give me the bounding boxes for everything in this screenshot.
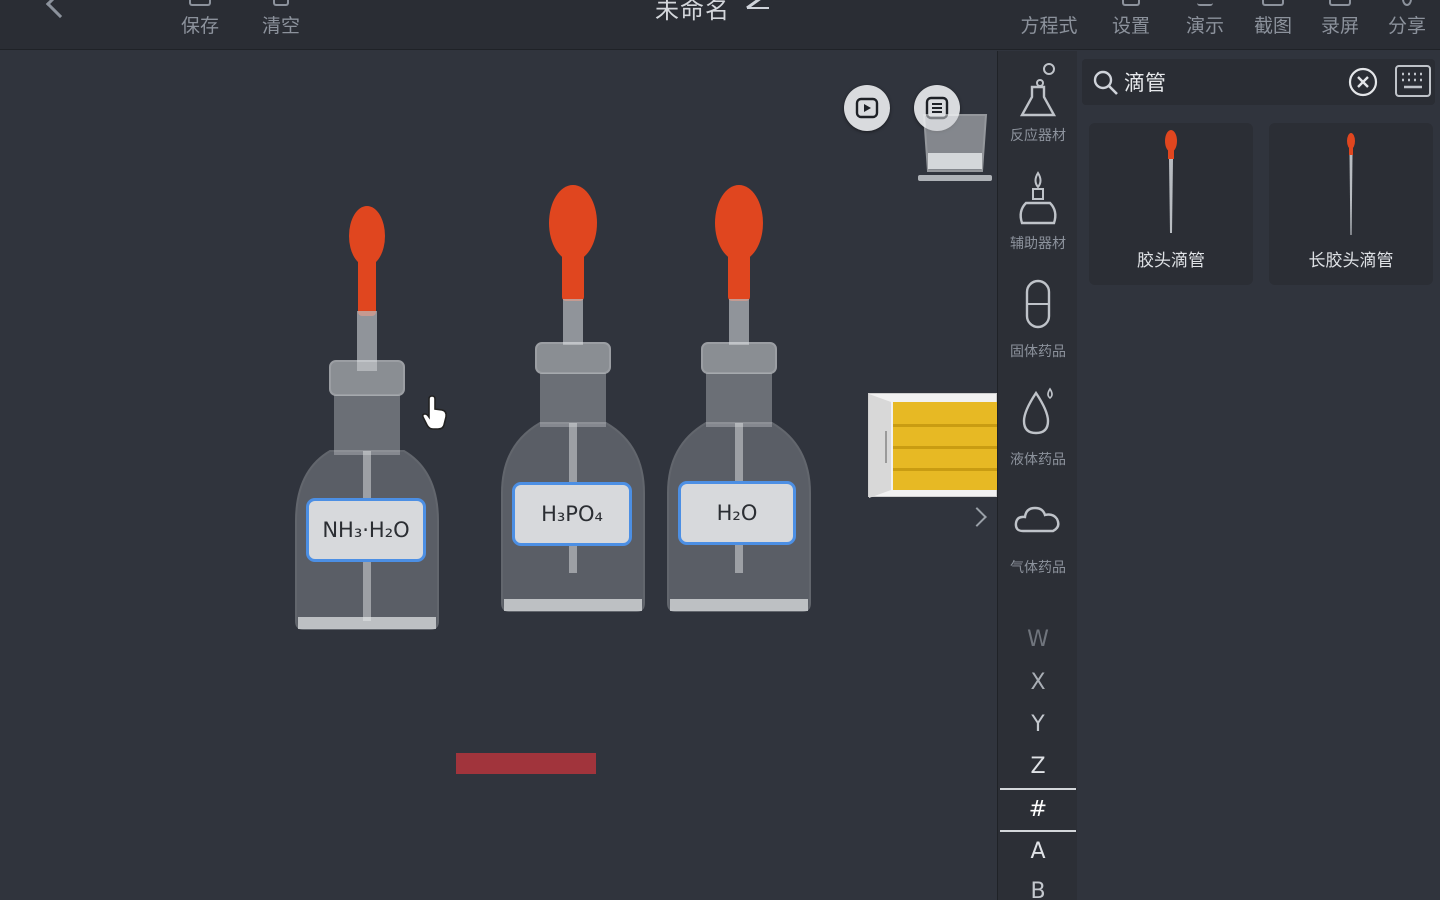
flask-icon [1019, 63, 1057, 117]
alpha-index-y[interactable]: Y [998, 712, 1078, 737]
play-icon [855, 97, 879, 119]
bottle-label-nh3h2o: NH₃·H₂O [306, 498, 426, 562]
category-gas-reagents[interactable]: 气体药品 [998, 493, 1078, 577]
beaker-equipment[interactable] [916, 111, 994, 183]
category-label: 液体药品 [1010, 452, 1066, 468]
save-icon [189, 0, 211, 6]
share-button[interactable]: 分享 [1385, 0, 1429, 50]
category-label: 固体药品 [1010, 344, 1066, 360]
bottle-label-h2o: H₂O [678, 481, 796, 545]
experiment-canvas[interactable]: NH₃·H₂O H₃PO₄ H₂O [0, 51, 998, 900]
alpha-index-x[interactable]: X [998, 670, 1078, 695]
clear-label: 清空 [261, 15, 300, 37]
alpha-index-a[interactable]: A [998, 839, 1078, 864]
dropper-bottle-3[interactable] [662, 183, 812, 617]
alpha-index-b[interactable]: B [998, 879, 1078, 900]
clear-button[interactable]: 清空 [259, 0, 303, 50]
category-sidebar: 反应器材 辅助器材 固体药品 液体药品 气体药品 W X Y Z # A B [997, 51, 1077, 900]
document-title: 未命名 [655, 0, 730, 24]
settings-label: 设置 [1111, 15, 1150, 37]
bottle-label-h3po4: H₃PO₄ [512, 482, 632, 546]
category-liquid-reagents[interactable]: 液体药品 [998, 385, 1078, 469]
hand-cursor-icon [421, 395, 447, 430]
trash-icon [273, 0, 289, 6]
record-button[interactable]: 录屏 [1318, 0, 1362, 50]
presentation-icon [1197, 0, 1213, 6]
category-label: 气体药品 [1010, 560, 1066, 576]
play-button[interactable] [844, 85, 890, 131]
dropper-bottle-2[interactable] [498, 183, 648, 617]
alcohol-lamp-icon [1019, 171, 1057, 225]
category-label: 辅助器材 [1010, 236, 1066, 252]
alpha-divider [1000, 788, 1076, 790]
demo-label: 演示 [1185, 15, 1224, 37]
matchbox-drawing [869, 394, 998, 498]
share-icon [1402, 0, 1412, 6]
equation-button[interactable]: 方程式 [1016, 0, 1082, 50]
rubber-dropper-image [1165, 130, 1177, 233]
droplet-icon [1022, 387, 1053, 435]
search-box [1082, 59, 1435, 105]
alpha-index-hash[interactable]: # [998, 797, 1078, 822]
gear-icon [1122, 0, 1140, 6]
alpha-index-z[interactable]: Z [998, 754, 1078, 779]
cloud-icon [1014, 506, 1060, 533]
app-window: 保存 清空 未命名 方程式 设置 演示 截图 录屏 分享 NH₃·H₂O H₃P… [0, 0, 1440, 900]
settings-button[interactable]: 设置 [1109, 0, 1153, 50]
back-button[interactable] [45, 0, 75, 19]
clear-search-icon[interactable] [1348, 67, 1378, 97]
result-card-long-dropper[interactable]: 长胶头滴管 [1269, 123, 1433, 285]
record-icon [1329, 0, 1351, 6]
equipment-search-panel: 胶头滴管 长胶头滴管 [1077, 51, 1440, 900]
category-solid-reagents[interactable]: 固体药品 [998, 277, 1078, 361]
result-name: 长胶头滴管 [1308, 251, 1394, 271]
demo-button[interactable]: 演示 [1183, 0, 1227, 50]
screenshot-label: 截图 [1253, 15, 1292, 37]
red-strip-object[interactable] [456, 753, 596, 774]
keyboard-icon[interactable] [1394, 64, 1432, 98]
equation-label: 方程式 [1020, 15, 1078, 37]
alpha-divider [1000, 830, 1076, 832]
capsule-icon [1025, 279, 1051, 329]
category-reaction-equipment[interactable]: 反应器材 [998, 61, 1078, 145]
pencil-edit-icon[interactable] [745, 0, 771, 10]
screenshot-button[interactable]: 截图 [1251, 0, 1295, 50]
record-label: 录屏 [1320, 15, 1359, 37]
image-icon [1262, 0, 1284, 6]
chevron-right-icon[interactable] [967, 507, 987, 527]
share-label: 分享 [1387, 15, 1426, 37]
save-label: 保存 [180, 15, 219, 37]
alpha-index-w[interactable]: W [998, 627, 1078, 652]
result-card-dropper[interactable]: 胶头滴管 [1089, 123, 1253, 285]
category-label: 反应器材 [1010, 128, 1066, 144]
result-name: 胶头滴管 [1137, 251, 1205, 271]
top-toolbar: 保存 清空 未命名 方程式 设置 演示 截图 录屏 分享 [0, 0, 1440, 50]
long-rubber-dropper-image [1347, 133, 1355, 235]
search-input[interactable] [1124, 67, 1344, 97]
category-auxiliary-equipment[interactable]: 辅助器材 [998, 169, 1078, 253]
matchbox-equipment[interactable] [868, 393, 998, 498]
search-icon [1093, 70, 1118, 95]
save-button[interactable]: 保存 [178, 0, 222, 50]
